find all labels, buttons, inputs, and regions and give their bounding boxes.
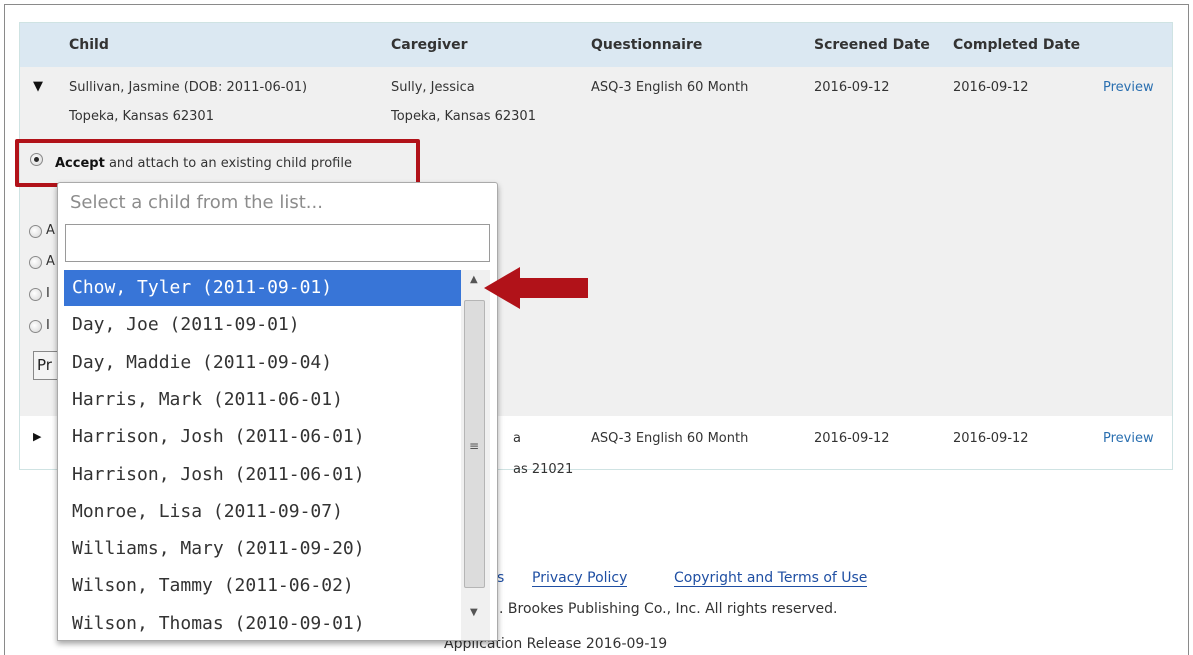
option-label-fragment: A bbox=[46, 254, 55, 269]
child-address: Topeka, Kansas 62301 bbox=[69, 109, 214, 124]
screened-date: 2016-09-12 bbox=[814, 80, 890, 95]
option-label-fragment: A bbox=[46, 223, 55, 238]
dropdown-option[interactable]: Monroe, Lisa (2011-09-07) bbox=[64, 494, 462, 530]
option-radio[interactable] bbox=[29, 225, 42, 238]
option-radio[interactable] bbox=[29, 288, 42, 301]
child-select-dropdown[interactable]: Select a child from the list... Chow, Ty… bbox=[57, 182, 498, 641]
caregiver-address: Topeka, Kansas 62301 bbox=[391, 109, 536, 124]
red-arrow-icon bbox=[484, 267, 588, 309]
copyright-text: . Brookes Publishing Co., Inc. All right… bbox=[499, 601, 838, 617]
preview-link[interactable]: Preview bbox=[1103, 80, 1154, 95]
header-completed-date[interactable]: Completed Date bbox=[953, 37, 1080, 53]
dropdown-placeholder[interactable]: Select a child from the list... bbox=[70, 192, 323, 213]
dropdown-option[interactable]: Williams, Mary (2011-09-20) bbox=[64, 531, 462, 567]
scroll-grip-icon: ≡ bbox=[469, 439, 480, 453]
option-label-fragment: I bbox=[46, 286, 50, 301]
scrollbar-thumb[interactable]: ≡ bbox=[464, 300, 485, 588]
dropdown-option[interactable]: Harris, Mark (2011-06-01) bbox=[64, 382, 462, 418]
table-header: Child Caregiver Questionnaire Screened D… bbox=[20, 23, 1172, 67]
dropdown-search-input[interactable] bbox=[65, 224, 490, 262]
triangle-down-icon[interactable]: ▼ bbox=[33, 79, 43, 94]
preview-link[interactable]: Preview bbox=[1103, 431, 1154, 446]
completed-date: 2016-09-12 bbox=[953, 431, 1029, 446]
questionnaire: ASQ-3 English 60 Month bbox=[591, 80, 749, 95]
header-child[interactable]: Child bbox=[69, 37, 109, 53]
dropdown-scrollbar[interactable]: ▲ ≡ ▼ bbox=[461, 270, 490, 640]
dropdown-option[interactable]: Harrison, Josh (2011-06-01) bbox=[64, 419, 462, 455]
scroll-up-arrow-icon[interactable]: ▲ bbox=[470, 274, 478, 285]
highlight-annotation-box bbox=[15, 139, 420, 187]
screened-date: 2016-09-12 bbox=[814, 431, 890, 446]
dropdown-option[interactable]: Day, Maddie (2011-09-04) bbox=[64, 345, 462, 381]
header-caregiver[interactable]: Caregiver bbox=[391, 37, 467, 53]
dropdown-option[interactable]: Harrison, Josh (2011-06-01) bbox=[64, 457, 462, 493]
caregiver-name: Sully, Jessica bbox=[391, 80, 475, 95]
dropdown-option[interactable]: Wilson, Thomas (2010-09-01) bbox=[64, 606, 462, 640]
dropdown-option[interactable]: Day, Joe (2011-09-01) bbox=[64, 307, 462, 343]
questionnaire: ASQ-3 English 60 Month bbox=[591, 431, 749, 446]
footer-link-fragment[interactable]: s bbox=[497, 570, 504, 586]
option-label-fragment: I bbox=[46, 318, 50, 333]
option-radio[interactable] bbox=[29, 320, 42, 333]
process-button[interactable]: Pr bbox=[33, 351, 57, 380]
dropdown-option[interactable]: Wilson, Tammy (2011-06-02) bbox=[64, 568, 462, 604]
caregiver-address-fragment: as 21021 bbox=[513, 462, 574, 477]
completed-date: 2016-09-12 bbox=[953, 80, 1029, 95]
child-name: Sullivan, Jasmine (DOB: 2011-06-01) bbox=[69, 80, 308, 95]
privacy-policy-link[interactable]: Privacy Policy bbox=[532, 570, 628, 587]
copyright-terms-link[interactable]: Copyright and Terms of Use bbox=[674, 570, 868, 587]
triangle-right-icon[interactable]: ▶ bbox=[33, 430, 41, 443]
dropdown-option[interactable]: Chow, Tyler (2011-09-01) bbox=[64, 270, 462, 306]
header-questionnaire[interactable]: Questionnaire bbox=[591, 37, 702, 53]
header-screened-date[interactable]: Screened Date bbox=[814, 37, 930, 53]
caregiver-name-fragment: a bbox=[513, 431, 521, 446]
option-radio[interactable] bbox=[29, 256, 42, 269]
scroll-down-arrow-icon[interactable]: ▼ bbox=[470, 607, 478, 618]
